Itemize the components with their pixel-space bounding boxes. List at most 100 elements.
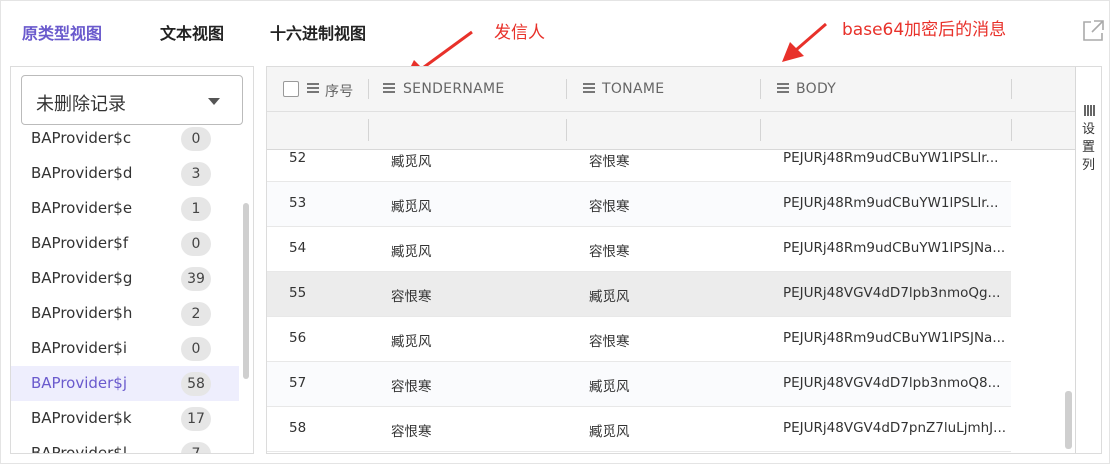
provider-item[interactable]: BAProvider$c 0 [11, 121, 239, 156]
cell-body: PEJURj48Rm9udCBuYW1lPSLlr... [783, 195, 999, 211]
cell-seq: 52 [289, 150, 307, 166]
tab-text-view[interactable]: 文本视图 [160, 20, 224, 44]
columns-icon [1084, 105, 1095, 116]
menu-lines-icon[interactable] [383, 83, 395, 93]
provider-count-badge: 39 [181, 267, 211, 291]
column-header-toname[interactable]: TONAME [583, 67, 753, 111]
provider-panel: 未删除记录 BAProvider$c 0 BAProvider$d 3 BAProv… [10, 66, 254, 454]
menu-lines-icon[interactable] [583, 83, 595, 93]
cell-to: 臧觅风 [589, 289, 630, 305]
filter-divider [368, 119, 369, 141]
provider-count-badge: 0 [181, 232, 211, 256]
column-header-seq[interactable]: 序号 [307, 67, 367, 111]
column-divider[interactable] [566, 79, 567, 99]
column-divider[interactable] [760, 79, 761, 99]
provider-name: BAProvider$j [31, 374, 128, 392]
cell-to: 容恨寒 [589, 154, 630, 170]
provider-list: BAProvider$c 0 BAProvider$d 3 BAProvider$e… [11, 121, 239, 453]
provider-name: BAProvider$d [31, 164, 133, 182]
cell-body: PEJURj48Rm9udCBuYW1lPSJNa... [783, 240, 1006, 256]
tab-hex-view[interactable]: 十六进制视图 [270, 20, 366, 44]
provider-count-badge: 0 [181, 337, 211, 361]
provider-count-badge: 1 [181, 197, 211, 221]
provider-count-badge: 2 [181, 302, 211, 326]
column-divider[interactable] [1011, 79, 1012, 99]
menu-lines-icon[interactable] [307, 83, 319, 93]
menu-lines-icon[interactable] [777, 83, 789, 93]
cell-sender: 容恨寒 [391, 289, 432, 305]
grid-body: 52 臧觅风 容恨寒 PEJURj48Rm9udCBuYW1lPSLlr... … [267, 150, 1075, 453]
cell-body: PEJURj48Rm9udCBuYW1lPSLlr... [783, 150, 999, 166]
provider-count-badge: 58 [181, 372, 211, 396]
cell-body: PEJURj48VGV4dD7lpb3nmoQg... [783, 285, 1001, 301]
cell-to: 臧觅风 [589, 379, 630, 395]
provider-count-badge: 7 [181, 442, 211, 453]
cell-to: 臧觅风 [589, 424, 630, 440]
filter-divider [566, 119, 567, 141]
provider-name: BAProvider$g [31, 269, 133, 287]
provider-name: BAProvider$f [31, 234, 129, 252]
cell-sender: 容恨寒 [391, 379, 432, 395]
table-row[interactable]: 53 臧觅风 容恨寒 PEJURj48Rm9udCBuYW1lPSLlr... [267, 182, 1011, 227]
provider-name: BAProvider$h [31, 304, 133, 322]
column-header-row: 序号 SENDERNAME TONAME BODY [267, 67, 1075, 112]
data-grid: 序号 SENDERNAME TONAME BODY 52 臧觅风 容恨寒 PEJ… [266, 66, 1102, 454]
column-label: 序号 [325, 84, 354, 100]
caret-down-icon [208, 98, 220, 105]
table-row[interactable]: 52 臧觅风 容恨寒 PEJURj48Rm9udCBuYW1lPSLlr... [267, 150, 1011, 182]
column-header-sendername[interactable]: SENDERNAME [383, 67, 563, 111]
provider-list-scrollbar[interactable] [243, 203, 249, 379]
cell-seq: 57 [289, 375, 307, 391]
record-filter-value: 未删除记录 [36, 94, 126, 115]
provider-item[interactable]: BAProvider$h 2 [11, 296, 239, 331]
provider-count-badge: 0 [181, 127, 211, 151]
annotation-sender: 发信人 [494, 23, 545, 43]
provider-name: BAProvider$c [31, 129, 132, 147]
filter-divider [1011, 119, 1012, 141]
column-filter-row [267, 111, 1075, 149]
provider-count-badge: 3 [181, 162, 211, 186]
cell-seq: 54 [289, 240, 307, 256]
column-settings-sidebar: 设置列 [1075, 67, 1101, 453]
cell-sender: 臧觅风 [391, 334, 432, 350]
cell-sender: 臧觅风 [391, 154, 432, 170]
cell-body: PEJURj48Rm9udCBuYW1lPSJNa... [783, 330, 1006, 346]
cell-body: PEJURj48VGV4dD7lpb3nmoQ8... [783, 375, 1001, 391]
cell-sender: 容恨寒 [391, 424, 432, 440]
provider-name: BAProvider$k [31, 409, 132, 427]
filter-divider [760, 119, 761, 141]
cell-seq: 58 [289, 420, 307, 436]
provider-item[interactable]: BAProvider$e 1 [11, 191, 239, 226]
provider-item[interactable]: BAProvider$g 39 [11, 261, 239, 296]
grid-vertical-scrollbar[interactable] [1065, 391, 1072, 449]
column-settings-button[interactable]: 设置列 [1076, 105, 1101, 205]
cell-to: 容恨寒 [589, 334, 630, 350]
external-link-icon[interactable] [1080, 18, 1106, 44]
provider-item-selected[interactable]: BAProvider$j 58 [11, 366, 239, 401]
cell-to: 容恨寒 [589, 199, 630, 215]
provider-item[interactable]: BAProvider$k 17 [11, 401, 239, 436]
cell-body: PEJURj48VGV4dD7pnZ7luLjmhJ... [783, 420, 1007, 436]
table-row-selected[interactable]: 55 容恨寒 臧觅风 PEJURj48VGV4dD7lpb3nmoQg... [267, 272, 1011, 317]
annotation-body: base64加密后的消息 [842, 20, 1007, 40]
cell-seq: 55 [289, 285, 307, 301]
cell-sender: 臧觅风 [391, 199, 432, 215]
table-row[interactable]: 56 臧觅风 容恨寒 PEJURj48Rm9udCBuYW1lPSJNa... [267, 317, 1011, 362]
table-row[interactable]: 58 容恨寒 臧觅风 PEJURj48VGV4dD7pnZ7luLjmhJ... [267, 407, 1011, 452]
column-label: BODY [796, 81, 837, 97]
provider-item[interactable]: BAProvider$l 7 [11, 436, 239, 453]
record-filter-dropdown[interactable]: 未删除记录 [21, 75, 243, 125]
provider-item[interactable]: BAProvider$f 0 [11, 226, 239, 261]
provider-item[interactable]: BAProvider$d 3 [11, 156, 239, 191]
table-row[interactable]: 54 臧觅风 容恨寒 PEJURj48Rm9udCBuYW1lPSJNa... [267, 227, 1011, 272]
provider-count-badge: 17 [181, 407, 211, 431]
select-all-checkbox[interactable] [283, 81, 299, 97]
cell-to: 容恨寒 [589, 244, 630, 260]
provider-item[interactable]: BAProvider$i 0 [11, 331, 239, 366]
provider-name: BAProvider$e [31, 199, 133, 217]
grid-header: 序号 SENDERNAME TONAME BODY [267, 67, 1075, 150]
tab-raw-type-view[interactable]: 原类型视图 [22, 20, 102, 44]
table-row[interactable]: 57 容恨寒 臧觅风 PEJURj48VGV4dD7lpb3nmoQ8... [267, 362, 1011, 407]
column-divider[interactable] [368, 79, 369, 99]
column-header-body[interactable]: BODY [777, 67, 977, 111]
